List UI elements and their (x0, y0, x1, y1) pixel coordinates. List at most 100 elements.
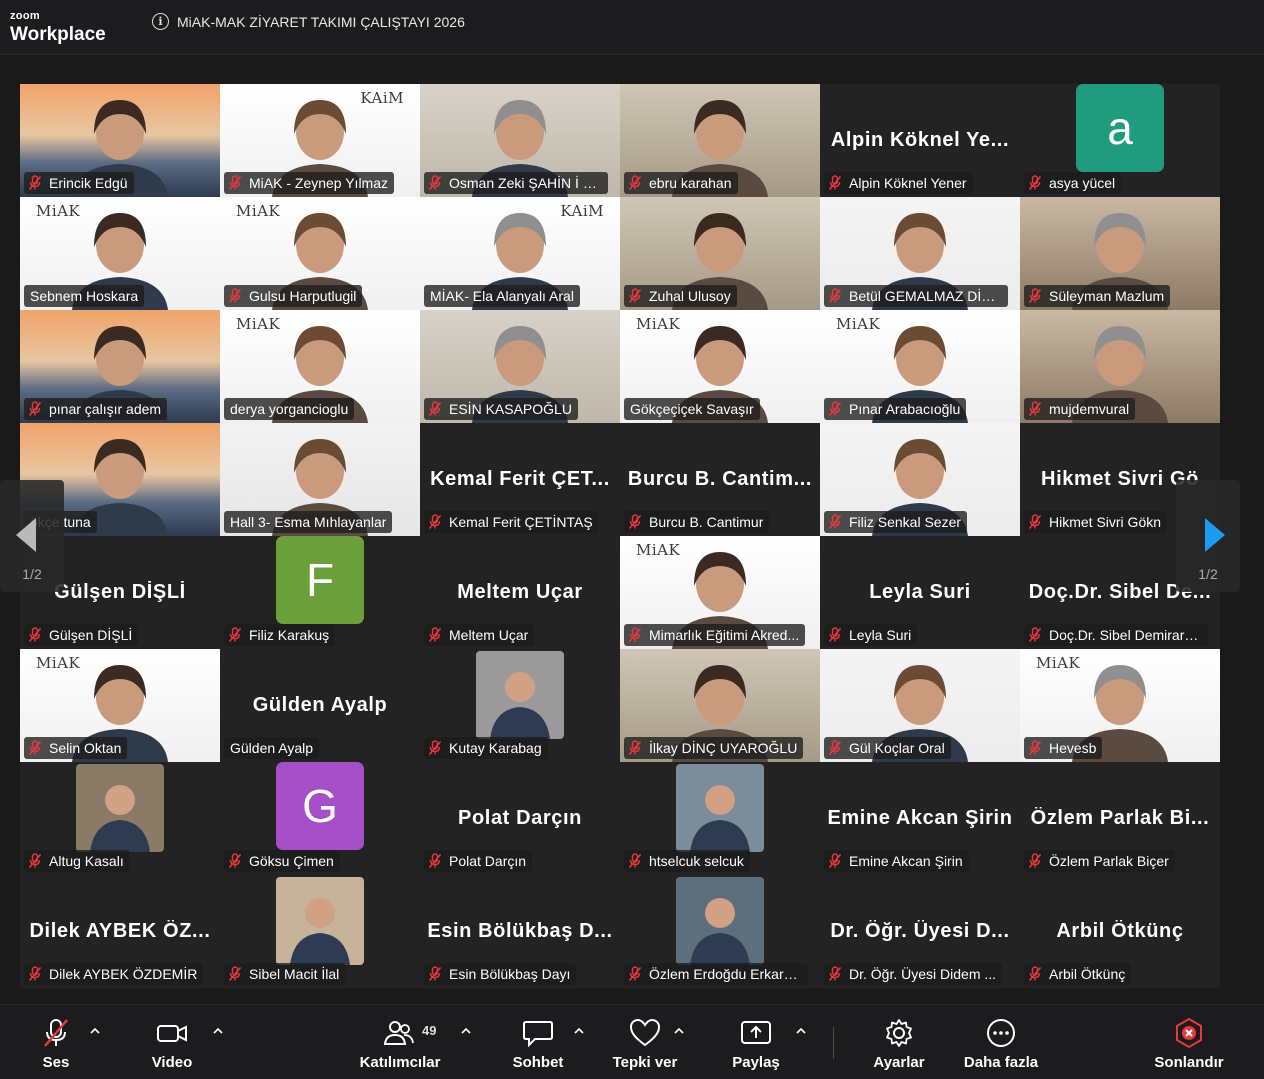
participant-name-label: Pınar Arabacıoğlu (824, 398, 967, 420)
participant-tile[interactable]: Erincik Edgü (20, 84, 220, 197)
participant-name-label: ESİN KASAPOĞLU (424, 398, 578, 420)
participant-tile[interactable]: MiAK Gulsu Harputlugil (220, 197, 420, 310)
participants-options-caret-icon[interactable] (461, 1027, 471, 1035)
share-options-caret-icon[interactable] (796, 1027, 806, 1035)
participant-tile[interactable]: Süleyman Mazlum (1020, 197, 1220, 310)
participant-tile[interactable]: KAiM MiAK - Zeynep Yılmaz (220, 84, 420, 197)
mic-muted-icon (428, 740, 442, 756)
participant-tile[interactable]: MiAK Selin Oktan (20, 649, 220, 762)
participant-name: MiAK - Zeynep Yılmaz (249, 175, 389, 191)
participant-tile[interactable]: MiAK derya yorgancioglu (220, 310, 420, 423)
participant-name: Osman Zeki ŞAHİN İ B... (449, 175, 602, 191)
participant-tile[interactable]: F Filiz Karakuş (220, 536, 420, 649)
mic-muted-icon (28, 853, 42, 869)
participant-tile[interactable]: ESİN KASAPOĞLU (420, 310, 620, 423)
participant-name-label: Selin Oktan (24, 737, 128, 759)
participant-tile[interactable]: a asya yücel (1020, 84, 1220, 197)
participant-name: Selin Oktan (49, 740, 122, 756)
participant-tile[interactable]: ebru karahan (620, 84, 820, 197)
react-options-caret-icon[interactable] (674, 1027, 684, 1035)
avatar: a (1076, 84, 1164, 172)
video-options-caret-icon[interactable] (213, 1027, 223, 1035)
participant-tile[interactable]: Arbil Ötkünç Arbil Ötkünç (1020, 875, 1220, 988)
mic-muted-icon (28, 740, 42, 756)
participant-name-label: Gülşen DİŞLİ (24, 624, 139, 646)
share-screen-button[interactable]: Paylaş (720, 1005, 792, 1079)
participants-button[interactable]: Katılımcılar (352, 1005, 448, 1079)
audio-options-caret-icon[interactable] (90, 1027, 100, 1035)
participant-tile[interactable]: Zuhal Ulusoy (620, 197, 820, 310)
previous-page-button[interactable]: 1/2 (0, 480, 64, 592)
participant-name: Emine Akcan Şirin (849, 853, 963, 869)
participant-name: Dilek AYBEK ÖZDEMİR (49, 966, 198, 982)
participant-tile[interactable]: Esin Bölükbaş D... Esin Bölükbaş Dayı (420, 875, 620, 988)
participant-tile[interactable]: Polat Darçın Polat Darçın (420, 762, 620, 875)
participant-tile[interactable]: G Göksu Çimen (220, 762, 420, 875)
participant-name: Leyla Suri (849, 627, 912, 643)
mic-muted-icon (28, 627, 42, 643)
participant-name: Sibel Macit İlal (249, 966, 340, 982)
participant-tile[interactable]: Gül Koçlar Oral (820, 649, 1020, 762)
participant-tile[interactable]: Özlem Erdoğdu Erkarsl... (620, 875, 820, 988)
participants-count: 49 (422, 1023, 437, 1038)
participant-tile[interactable]: Özlem Parlak Bi... Özlem Parlak Biçer (1020, 762, 1220, 875)
participant-name-label: Betül GEMALMAZ DİKİ... (824, 285, 1008, 307)
more-button[interactable]: Daha fazla (958, 1005, 1044, 1079)
participant-tile[interactable]: Betül GEMALMAZ DİKİ... (820, 197, 1020, 310)
react-button[interactable]: Tepki ver (604, 1005, 686, 1079)
participant-name-label: MİAK- Ela Alanyalı Aral (424, 285, 580, 307)
virtual-background-logo: MiAK (636, 541, 681, 559)
audio-button[interactable]: Ses (20, 1005, 92, 1079)
chat-button[interactable]: Sohbet (502, 1005, 574, 1079)
participant-tile[interactable]: Sibel Macit İlal (220, 875, 420, 988)
participant-tile[interactable]: MiAK Pınar Arabacıoğlu (820, 310, 1020, 423)
participant-name-label: Polat Darçın (424, 850, 533, 872)
participant-name-label: Leyla Suri (824, 624, 918, 646)
participant-tile[interactable]: Emine Akcan Şirin Emine Akcan Şirin (820, 762, 1020, 875)
participant-tile[interactable]: mujdemvural (1020, 310, 1220, 423)
next-page-button[interactable]: 1/2 (1176, 480, 1240, 592)
participant-tile[interactable]: MiAK Gökçeçiçek Savaşır (620, 310, 820, 423)
participant-tile[interactable]: MiAK Hevesb (1020, 649, 1220, 762)
participant-name: Göksu Çimen (249, 853, 334, 869)
participant-tile[interactable]: htselcuk selcuk (620, 762, 820, 875)
participant-tile[interactable]: KAiM MİAK- Ela Alanyalı Aral (420, 197, 620, 310)
mic-muted-icon (828, 627, 842, 643)
meeting-toolbar: Ses Video Katılımcılar 49 Sohbet Tepki v… (0, 1004, 1264, 1079)
participant-tile[interactable]: pınar çalışır adem (20, 310, 220, 423)
mic-muted-icon (228, 966, 242, 982)
participant-tile[interactable]: Altug Kasalı (20, 762, 220, 875)
virtual-background-logo: KAiM (560, 202, 604, 220)
end-meeting-button[interactable]: Sonlandır (1148, 1005, 1230, 1079)
participant-tile[interactable]: Meltem Uçar Meltem Uçar (420, 536, 620, 649)
participant-tile[interactable]: Kutay Karabag (420, 649, 620, 762)
participant-tile[interactable]: MiAK Mimarlık Eğitimi Akred... (620, 536, 820, 649)
participant-tile[interactable]: Dr. Öğr. Üyesi D... Dr. Öğr. Üyesi Didem … (820, 875, 1020, 988)
profile-photo (676, 877, 764, 965)
participant-tile[interactable]: Dilek AYBEK ÖZ... Dilek AYBEK ÖZDEMİR (20, 875, 220, 988)
participant-tile[interactable]: Hall 3- Esma Mıhlayanlar (220, 423, 420, 536)
virtual-background-logo: MiAK (1036, 654, 1081, 672)
chat-options-caret-icon[interactable] (574, 1027, 584, 1035)
participant-tile[interactable]: Kemal Ferit ÇET... Kemal Ferit ÇETİNTAŞ (420, 423, 620, 536)
participant-display-name: Polat Darçın (458, 807, 582, 829)
participant-tile[interactable]: MiAK Sebnem Hoskara (20, 197, 220, 310)
settings-button[interactable]: Ayarlar (864, 1005, 934, 1079)
participant-display-name: Esin Bölükbaş D... (427, 920, 613, 942)
participant-tile[interactable]: Osman Zeki ŞAHİN İ B... (420, 84, 620, 197)
participant-tile[interactable]: Filiz Senkal Sezer (820, 423, 1020, 536)
participant-name: Hikmet Sivri Gökn (1049, 514, 1162, 530)
video-button[interactable]: Video (137, 1005, 207, 1079)
participant-tile[interactable]: Burcu B. Cantim... Burcu B. Cantimur (620, 423, 820, 536)
participant-name-label: Burcu B. Cantimur (624, 511, 770, 533)
participant-name: htselcuk selcuk (649, 853, 744, 869)
participant-tile[interactable]: Gülden Ayalp Gülden Ayalp (220, 649, 420, 762)
participant-name-label: Erincik Edgü (24, 172, 134, 194)
mic-muted-icon (1028, 175, 1042, 191)
participant-tile[interactable]: Leyla Suri Leyla Suri (820, 536, 1020, 649)
participant-name-label: Filiz Karakuş (224, 624, 336, 646)
meeting-info-icon[interactable]: i (152, 13, 169, 30)
participant-tile[interactable]: İlkay DİNÇ UYAROĞLU (620, 649, 820, 762)
mic-muted-icon (1028, 627, 1042, 643)
participant-tile[interactable]: Alpin Köknel Ye... Alpin Köknel Yener (820, 84, 1020, 197)
